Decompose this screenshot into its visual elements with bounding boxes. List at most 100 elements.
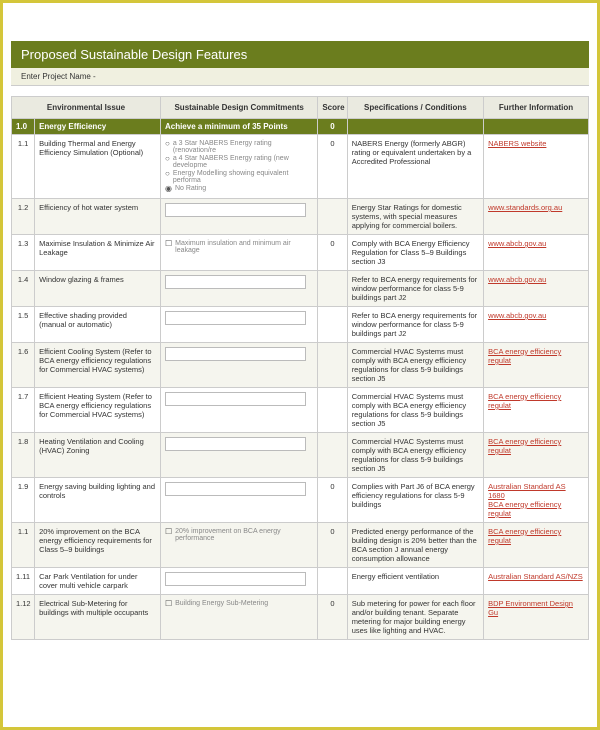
text-input[interactable]: [165, 275, 306, 289]
checkbox-option[interactable]: ☐Building Energy Sub-Metering: [165, 600, 313, 608]
info-link[interactable]: www.abcb.gov.au: [488, 275, 546, 284]
row-issue: Efficiency of hot water system: [35, 199, 161, 235]
info-link[interactable]: Australian Standard AS/NZS: [488, 572, 583, 581]
table-row: 1.5Effective shading provided (manual or…: [12, 307, 589, 343]
row-num: 1.3: [12, 235, 35, 271]
radio-icon: ◉: [165, 185, 172, 193]
row-score: [318, 568, 347, 595]
row-info: www.abcb.gov.au: [484, 307, 589, 343]
checkbox-option[interactable]: ☐Maximum insulation and minimum air leak…: [165, 240, 313, 254]
row-spec: Commercial HVAC Systems must comply with…: [347, 388, 483, 433]
table-row: 1.7Efficient Heating System (Refer to BC…: [12, 388, 589, 433]
row-commit: [160, 478, 317, 523]
text-input[interactable]: [165, 392, 306, 406]
text-input[interactable]: [165, 347, 306, 361]
row-issue: Window glazing & frames: [35, 271, 161, 307]
row-spec: Commercial HVAC Systems must comply with…: [347, 433, 483, 478]
row-commit: ☐Maximum insulation and minimum air leak…: [160, 235, 317, 271]
radio-option[interactable]: ○a 4 Star NABERS Energy rating (new deve…: [165, 155, 313, 169]
row-num: 1.9: [12, 478, 35, 523]
row-info: NABERS website: [484, 135, 589, 199]
row-info: BCA energy efficiency regulat: [484, 343, 589, 388]
row-issue: Efficient Heating System (Refer to BCA e…: [35, 388, 161, 433]
radio-label: Energy Modelling showing equivalent perf…: [173, 170, 314, 184]
row-num: 1.1: [12, 523, 35, 568]
section-row: 1.0Energy EfficiencyAchieve a minimum of…: [12, 119, 589, 135]
text-input[interactable]: [165, 203, 306, 217]
row-commit: ○ a 3 Star NABERS Energy rating (renovati…: [160, 135, 317, 199]
text-input[interactable]: [165, 572, 306, 586]
info-link[interactable]: www.abcb.gov.au: [488, 239, 546, 248]
row-commit: [160, 199, 317, 235]
section-score: 0: [318, 119, 347, 135]
row-spec: Commercial HVAC Systems must comply with…: [347, 343, 483, 388]
radio-option[interactable]: ○a 3 Star NABERS Energy rating (renovati…: [165, 140, 313, 154]
table-row: 1.12Electrical Sub-Metering for building…: [12, 595, 589, 640]
text-input[interactable]: [165, 437, 306, 451]
title-bar: Proposed Sustainable Design Features: [11, 41, 589, 68]
info-link[interactable]: BDP Environment Design Gu: [488, 599, 573, 617]
info-link[interactable]: BCA energy efficiency regulat: [488, 527, 561, 545]
info-link[interactable]: BCA energy efficiency regulat: [488, 347, 561, 365]
table-row: 1.4Window glazing & framesRefer to BCA e…: [12, 271, 589, 307]
checkbox-option[interactable]: ☐20% improvement on BCA energy performan…: [165, 528, 313, 542]
project-name-row: Enter Project Name -: [11, 68, 589, 86]
table-row: 1.11Car Park Ventilation for under cover…: [12, 568, 589, 595]
table-row: 1.2Efficiency of hot water systemEnergy …: [12, 199, 589, 235]
row-spec: Predicted energy performance of the buil…: [347, 523, 483, 568]
checkbox-label: Building Energy Sub-Metering: [175, 600, 268, 607]
section-num: 1.0: [12, 119, 35, 135]
row-issue: Effective shading provided (manual or au…: [35, 307, 161, 343]
row-num: 1.5: [12, 307, 35, 343]
header-info: Further Information: [484, 97, 589, 119]
row-info: www.abcb.gov.au: [484, 235, 589, 271]
checkbox-icon: ☐: [165, 528, 172, 536]
info-link[interactable]: NABERS website: [488, 139, 546, 148]
row-score: [318, 388, 347, 433]
row-commit: [160, 343, 317, 388]
row-issue: Energy saving building lighting and cont…: [35, 478, 161, 523]
row-commit: ☐20% improvement on BCA energy performan…: [160, 523, 317, 568]
row-commit: [160, 271, 317, 307]
info-link[interactable]: BCA energy efficiency regulat: [488, 437, 561, 455]
info-link[interactable]: www.abcb.gov.au: [488, 311, 546, 320]
radio-label: No Rating: [175, 185, 206, 192]
row-num: 1.7: [12, 388, 35, 433]
document-page: Proposed Sustainable Design Features Ent…: [11, 41, 589, 640]
row-score: [318, 433, 347, 478]
header-commit: Sustainable Design Commitments: [160, 97, 317, 119]
row-num: 1.11: [12, 568, 35, 595]
row-spec: Refer to BCA energy requirements for win…: [347, 307, 483, 343]
row-info: www.standards.org.au: [484, 199, 589, 235]
row-score: 0: [318, 595, 347, 640]
row-issue: Electrical Sub-Metering for buildings wi…: [35, 595, 161, 640]
table-row: 1.9Energy saving building lighting and c…: [12, 478, 589, 523]
row-spec: Sub metering for power for each floor an…: [347, 595, 483, 640]
row-issue: Building Thermal and Energy Efficiency S…: [35, 135, 161, 199]
info-link[interactable]: Australian Standard AS 1680: [488, 482, 566, 500]
row-score: [318, 199, 347, 235]
radio-option[interactable]: ○Energy Modelling showing equivalent per…: [165, 170, 313, 184]
radio-icon: ○: [165, 170, 170, 178]
row-num: 1.6: [12, 343, 35, 388]
text-input[interactable]: [165, 311, 306, 325]
radio-option[interactable]: ◉No Rating: [165, 185, 313, 193]
checkbox-label: 20% improvement on BCA energy performanc…: [175, 528, 313, 542]
row-issue: Car Park Ventilation for under cover mul…: [35, 568, 161, 595]
table-row: 1.120% improvement on the BCA energy eff…: [12, 523, 589, 568]
text-input[interactable]: [165, 482, 306, 496]
radio-label: a 3 Star NABERS Energy rating (renovatio…: [173, 140, 314, 154]
checkbox-icon: ☐: [165, 240, 172, 248]
row-spec: Comply with BCA Energy Efficiency Regula…: [347, 235, 483, 271]
info-link[interactable]: www.standards.org.au: [488, 203, 562, 212]
row-num: 1.4: [12, 271, 35, 307]
table-row: 1.8Heating Ventilation and Cooling (HVAC…: [12, 433, 589, 478]
info-link[interactable]: BCA energy efficiency regulat: [488, 500, 561, 518]
row-num: 1.8: [12, 433, 35, 478]
row-score: 0: [318, 135, 347, 199]
info-link[interactable]: BCA energy efficiency regulat: [488, 392, 561, 410]
row-issue: Maximise Insulation & Minimize Air Leaka…: [35, 235, 161, 271]
section-spec: [347, 119, 483, 135]
row-info: BDP Environment Design Gu: [484, 595, 589, 640]
row-commit: [160, 388, 317, 433]
